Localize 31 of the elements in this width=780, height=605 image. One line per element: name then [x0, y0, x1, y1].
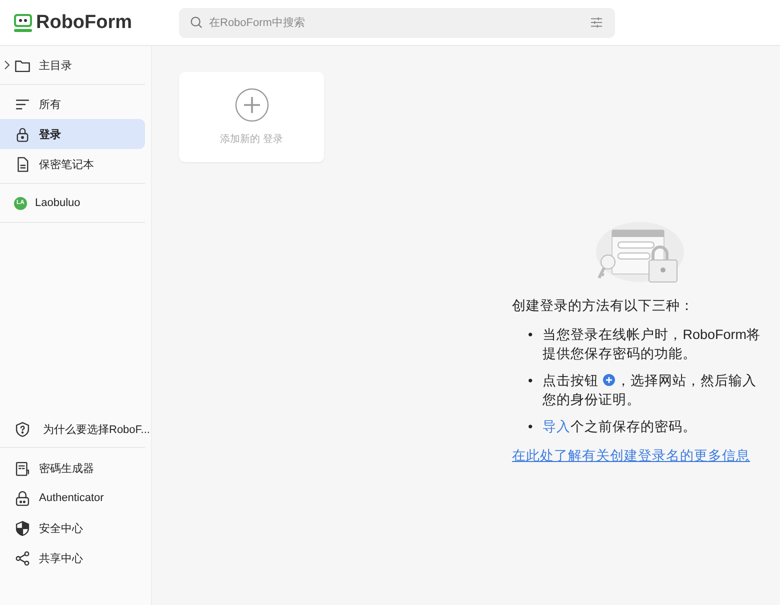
tool-item[interactable]: 安全中心 — [0, 513, 145, 543]
chevron-icon[interactable] — [3, 60, 11, 70]
lock-icon — [14, 126, 31, 142]
lock-icon — [14, 490, 31, 506]
folder-item[interactable]: 主目录 — [0, 46, 145, 84]
info-bullet: 导入个之前保存的密码。 — [542, 418, 697, 436]
sidebar-item[interactable]: 保密笔记本 — [0, 149, 145, 179]
plus-circle-icon — [234, 88, 268, 122]
info-heading: 创建登录的方法有以下三种： — [512, 297, 695, 315]
search-field[interactable]: 在RoboForm中搜索 — [179, 8, 615, 38]
logo-text: RoboForm — [36, 12, 132, 34]
bullet-mark: • — [528, 418, 533, 436]
info-bullet: 点击按钮 ，选择网站，然后输入您的身份证明。 — [542, 372, 758, 409]
bullet-mark: • — [528, 372, 533, 390]
tool-item[interactable]: 共享中心 — [0, 543, 145, 573]
tool-item[interactable]: 密碼生成器 — [0, 453, 145, 483]
learn-more-link[interactable]: 在此处了解有关创建登录名的更多信息 — [512, 448, 750, 463]
plus-icon — [602, 374, 615, 386]
shield-question-icon — [14, 420, 31, 438]
sidebar-item[interactable]: 登录 — [0, 119, 145, 149]
tool-item[interactable]: Authenticator — [0, 483, 145, 513]
machine-icon — [14, 460, 31, 476]
logo-icon — [13, 12, 33, 32]
share-icon — [14, 550, 31, 566]
filter-icon[interactable] — [590, 16, 603, 28]
sidebar-item[interactable]: 所有 — [0, 89, 145, 119]
bullet-mark: • — [528, 326, 533, 344]
info-bullet: 当您登录在线帐户时，RoboForm将提供您保存密码的功能。 — [542, 326, 762, 363]
shield-icon — [14, 520, 31, 536]
import-link[interactable]: 导入 — [542, 419, 571, 434]
search-icon — [190, 16, 203, 28]
